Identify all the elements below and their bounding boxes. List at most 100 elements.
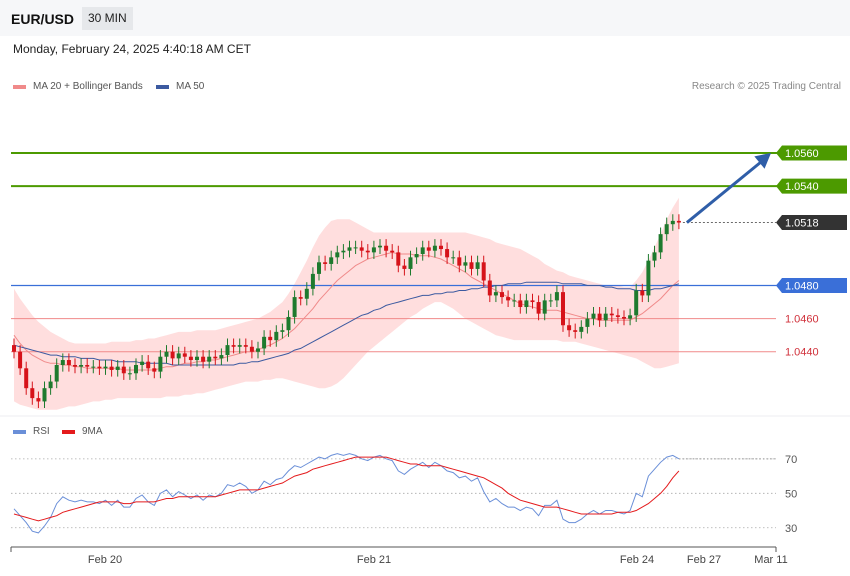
candle-body [402,265,407,269]
candle-body [567,325,572,331]
candle-body [426,247,431,251]
price-chart-svg[interactable]: 1.0560 1.0540 1.0518 1.0480 1.0460 1.0440 70 50… [0,0,850,576]
rsi-tick-label: 70 [785,454,797,466]
candle-body [73,364,77,367]
candle-body [445,249,450,258]
candle-body [554,292,559,301]
candle-body [530,300,535,303]
candle-body [54,364,59,382]
candle-body [79,364,84,367]
candle-body [304,288,309,299]
candle-body [127,373,132,375]
candle-body [500,292,504,298]
candle-body [286,316,291,331]
candle-body [475,262,480,269]
candle-body [676,220,681,223]
candle-body [359,247,364,251]
candle-body [622,316,626,319]
bollinger-band [14,197,679,410]
candle-body [317,262,321,274]
candle-body [615,315,620,317]
candle-body [396,252,401,266]
candle-body [341,250,346,253]
level-label-1.0560: 1.0560 [785,148,819,160]
candle-body [231,345,236,347]
candle-body [469,262,474,269]
candle-body [512,300,517,302]
candle-body [573,330,578,332]
candle-body [481,262,486,281]
candle-body [219,355,224,359]
candle-body [243,345,248,347]
candle-body [652,252,657,261]
candle-body [420,247,425,255]
candle-body [158,356,163,372]
candle-body [487,280,492,296]
candle-body [640,290,645,296]
candle-body [182,353,187,357]
level-label-1.0460: 1.0460 [785,314,819,326]
candle-body [60,360,65,365]
candle-body [365,250,370,253]
candle-body [237,345,242,347]
candle-body [256,348,260,352]
candle-body [432,245,437,251]
candle-body [164,351,169,357]
candle-body [280,330,285,332]
candle-body [42,388,47,402]
x-tick-label: Feb 20 [88,554,122,566]
chart-widget: EUR/USD 30 MIN Monday, February 24, 2025… [0,0,850,576]
rsi-tick-label: 50 [785,488,797,500]
candle-body [493,292,498,296]
candle-body [213,356,218,359]
candle-body [597,313,602,321]
candle-body [524,300,529,308]
level-label-1.0480: 1.0480 [785,280,819,292]
candle-body [36,398,41,402]
candle-body [24,368,29,389]
candle-body [591,313,596,319]
level-label-1.0540: 1.0540 [785,181,819,193]
candle-body [85,364,90,367]
candle-body [109,366,114,370]
candle-body [353,247,358,249]
candle-body [371,247,376,253]
x-tick-label: Feb 27 [687,554,721,566]
candle-body [408,257,413,269]
x-tick-label: Feb 21 [357,554,391,566]
candle-body [18,351,23,369]
candle-body [390,250,395,253]
candle-body [536,302,541,314]
candle-body [670,220,675,225]
candle-body [91,366,96,368]
candle-body [664,224,669,235]
candle-body [329,257,334,264]
candle-body [298,297,303,299]
candle-body [97,366,102,369]
candle-body [579,326,584,332]
candle-body [646,260,651,296]
target-arrow-shaft [685,160,762,224]
candle-body [323,262,328,264]
candle-body [262,336,267,349]
candle-body [292,297,297,317]
rsi-tick-label: 30 [785,523,797,535]
candle-body [384,245,389,251]
candle-body [561,292,565,326]
candle-body [152,368,157,372]
candle-body [347,247,352,251]
candle-body [310,273,315,289]
candle-body [195,356,199,361]
candle-body [176,353,181,359]
candle-body [585,318,590,327]
x-tick-label: Feb 24 [620,554,654,566]
candle-body [170,351,175,359]
candle-body [378,245,382,248]
x-tick-label: Mar 11 [754,554,787,566]
candle-body [439,245,443,250]
candle-body [274,331,279,341]
candle-body [268,336,273,341]
level-label-1.0440: 1.0440 [785,347,819,359]
candle-body [12,345,16,352]
candle-body [188,356,193,361]
